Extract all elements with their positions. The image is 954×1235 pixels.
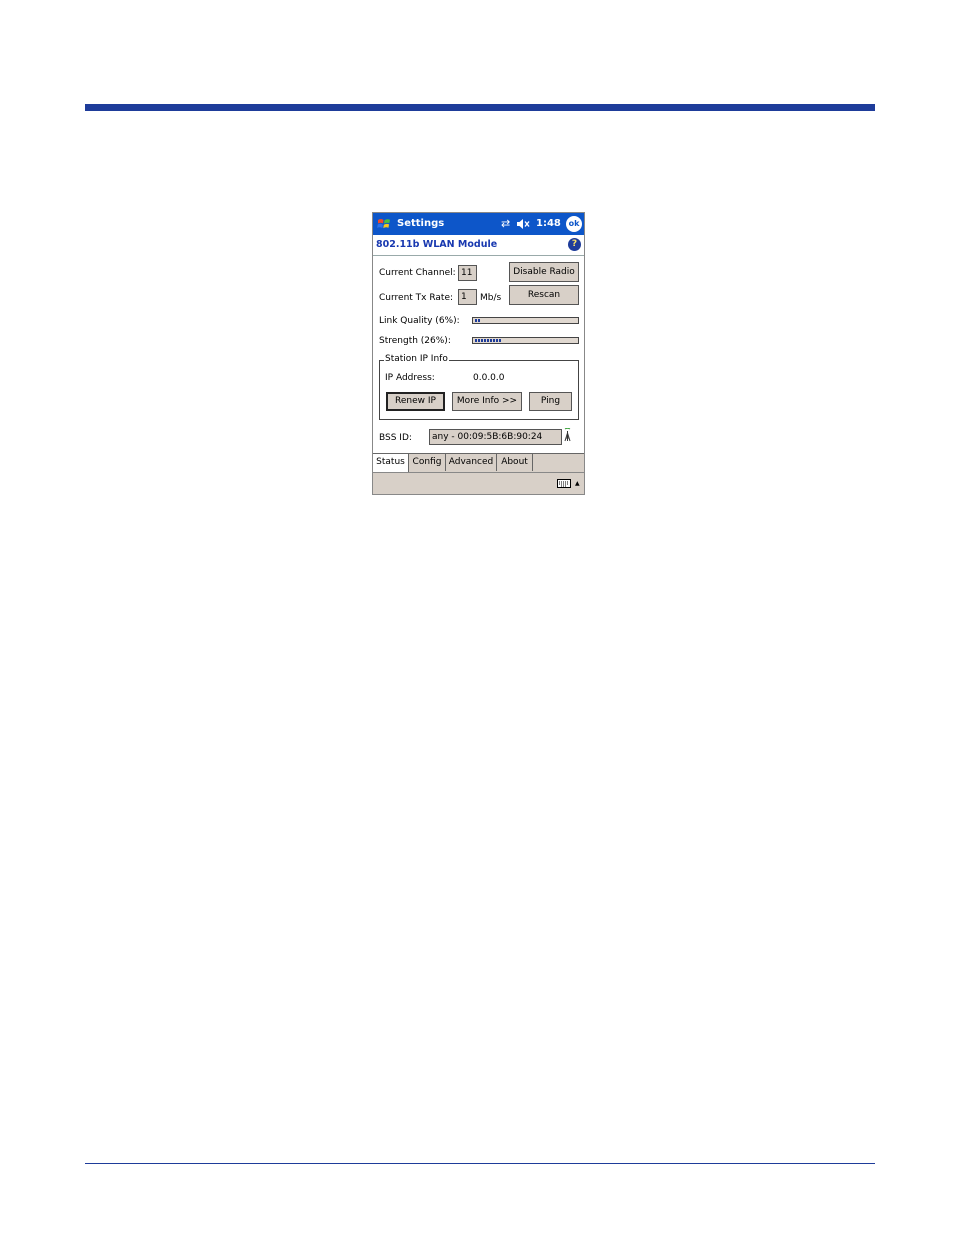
current-channel-label: Current Channel: bbox=[379, 268, 456, 278]
station-ip-info-group: Station IP Info IP Address: 0.0.0.0 Rene… bbox=[379, 354, 579, 420]
bss-id-field[interactable]: any - 00:09:5B:6B:90:24 bbox=[429, 429, 562, 445]
ping-button[interactable]: Ping bbox=[529, 392, 572, 411]
more-info-button[interactable]: More Info >> bbox=[452, 392, 522, 411]
bss-id-label: BSS ID: bbox=[379, 433, 412, 443]
strength-bar bbox=[472, 337, 579, 344]
tab-status[interactable]: Status bbox=[373, 454, 409, 472]
ip-address-value: 0.0.0.0 bbox=[473, 373, 505, 383]
strength-fill bbox=[475, 339, 501, 342]
volume-mute-icon[interactable] bbox=[516, 218, 530, 230]
tab-about[interactable]: About bbox=[497, 454, 533, 471]
rescan-button[interactable]: Rescan bbox=[509, 285, 579, 305]
page-footer-rule bbox=[85, 1163, 875, 1164]
tab-config[interactable]: Config bbox=[409, 454, 446, 471]
link-quality-fill bbox=[475, 319, 481, 322]
ip-address-label: IP Address: bbox=[385, 373, 435, 383]
window-title[interactable]: Settings bbox=[397, 218, 444, 229]
page-subheader: 802.11b WLAN Module ? bbox=[373, 235, 584, 256]
renew-ip-button[interactable]: Renew IP bbox=[386, 392, 445, 411]
tab-strip: Status Config Advanced About bbox=[373, 453, 584, 472]
clock[interactable]: 1:48 bbox=[536, 218, 561, 229]
disable-radio-button[interactable]: Disable Radio bbox=[509, 262, 579, 282]
antenna-icon bbox=[564, 428, 571, 442]
current-channel-field: 11 bbox=[458, 265, 477, 281]
tab-advanced[interactable]: Advanced bbox=[446, 454, 497, 471]
pocketpc-screen: Settings ⇄ 1:48 ok 802.11b WLAN Module ?… bbox=[372, 212, 585, 495]
connectivity-icon[interactable]: ⇄ bbox=[501, 217, 510, 230]
ok-button[interactable]: ok bbox=[566, 216, 582, 232]
windows-start-icon[interactable] bbox=[376, 216, 392, 232]
page-title: 802.11b WLAN Module bbox=[376, 239, 498, 250]
help-icon[interactable]: ? bbox=[568, 238, 581, 251]
tx-rate-unit: Mb/s bbox=[480, 293, 502, 303]
link-quality-label: Link Quality (6%): bbox=[379, 316, 460, 326]
keyboard-icon[interactable] bbox=[557, 479, 571, 488]
page-header-rule bbox=[85, 104, 875, 111]
title-bar: Settings ⇄ 1:48 ok bbox=[373, 213, 584, 235]
tx-rate-field: 1 bbox=[458, 289, 477, 305]
link-quality-bar bbox=[472, 317, 579, 324]
command-bar: ▲ bbox=[373, 472, 584, 494]
arrow-up-icon[interactable]: ▲ bbox=[575, 480, 580, 487]
station-ip-info-legend: Station IP Info bbox=[384, 354, 449, 364]
tx-rate-label: Current Tx Rate: bbox=[379, 293, 454, 303]
strength-label: Strength (26%): bbox=[379, 336, 451, 346]
